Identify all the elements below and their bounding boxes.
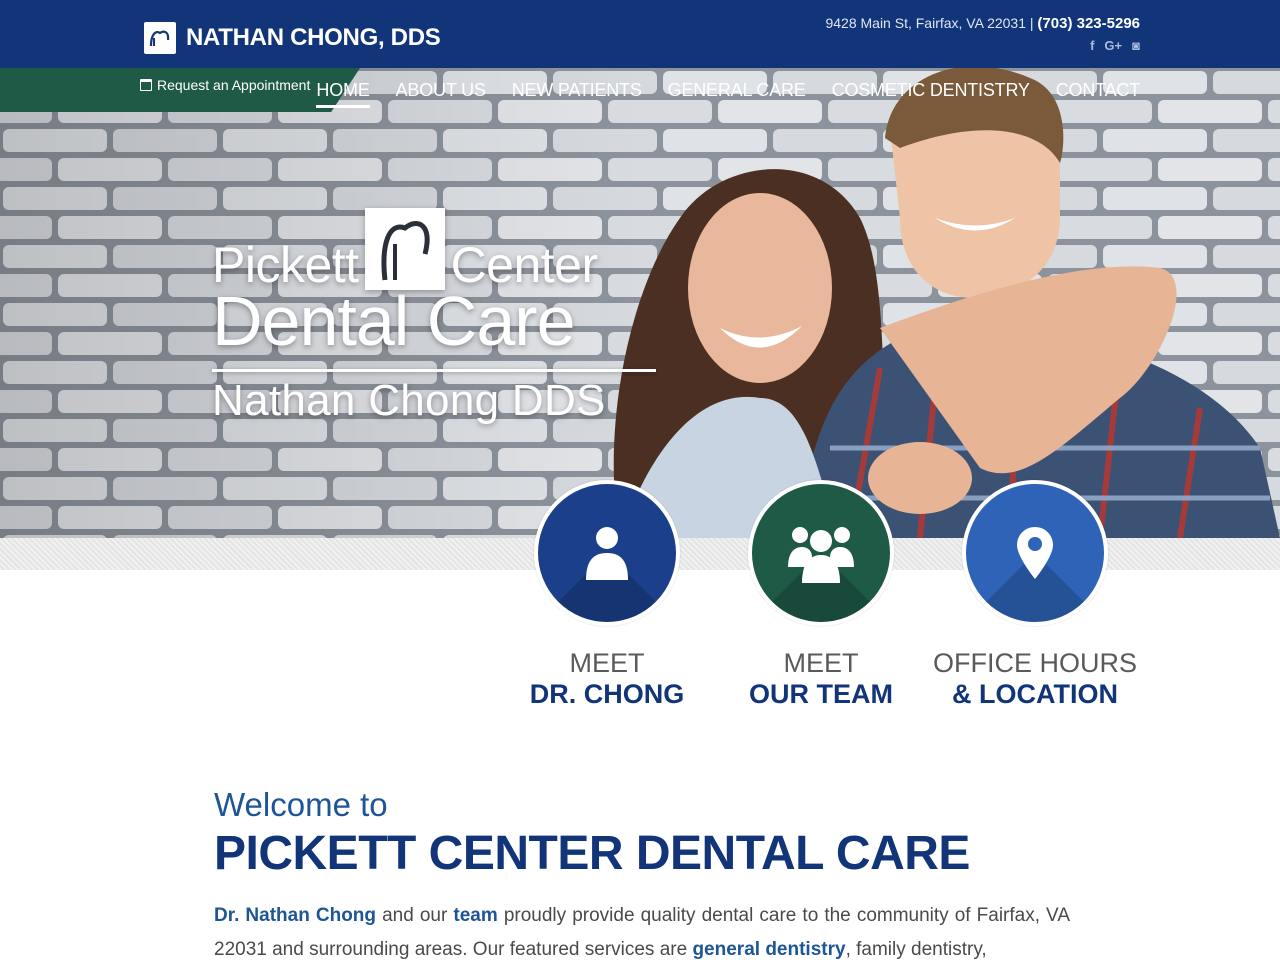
welcome-subtitle: Welcome to bbox=[214, 786, 388, 823]
logo-divider bbox=[212, 368, 656, 372]
tooth-logo-icon bbox=[144, 22, 176, 54]
logo-dental-care: Dental Care bbox=[212, 282, 576, 360]
doctor-link[interactable]: Dr. Nathan Chong bbox=[214, 905, 376, 926]
social-links: f G+ ◙ bbox=[1090, 38, 1140, 53]
meet-team-top: MEET bbox=[783, 648, 859, 678]
brand[interactable]: NATHAN CHONG, DDS bbox=[144, 22, 441, 54]
main-nav: HOME ABOUT US NEW PATIENTS GENERAL CARE … bbox=[316, 80, 1140, 108]
team-icon bbox=[788, 527, 854, 583]
meet-doctor-top: MEET bbox=[569, 648, 645, 678]
nav-contact[interactable]: CONTACT bbox=[1056, 80, 1140, 108]
google-plus-icon[interactable]: G+ bbox=[1104, 38, 1122, 53]
nav-new-patients[interactable]: NEW PATIENTS bbox=[512, 80, 642, 108]
instagram-icon[interactable]: ◙ bbox=[1132, 38, 1140, 53]
office-hours-label[interactable]: OFFICE HOURS & LOCATION bbox=[925, 648, 1145, 710]
facebook-icon[interactable]: f bbox=[1090, 38, 1094, 53]
practice-logo: Pickett Center Dental Care Nathan Chong … bbox=[212, 208, 656, 426]
para-text-3: , family dentistry, bbox=[845, 939, 987, 960]
smiling-couple-image bbox=[613, 68, 1280, 538]
office-location-circle[interactable] bbox=[962, 480, 1108, 626]
appointment-label: Request an Appointment bbox=[157, 77, 311, 93]
calendar-icon bbox=[140, 79, 152, 91]
address-text: 9428 Main St, Fairfax, VA 22031 | bbox=[825, 15, 1034, 31]
meet-doctor-bottom: DR. CHONG bbox=[529, 679, 685, 710]
nav-about-us[interactable]: ABOUT US bbox=[396, 80, 486, 108]
meet-doctor-circle[interactable] bbox=[534, 480, 680, 626]
phone-link[interactable]: (703) 323-5296 bbox=[1037, 15, 1140, 32]
user-icon bbox=[586, 527, 628, 580]
welcome-title: PICKETT CENTER DENTAL CARE bbox=[214, 827, 970, 880]
welcome-paragraph: Dr. Nathan Chong and our team proudly pr… bbox=[214, 899, 1070, 967]
meet-team-label[interactable]: MEET OUR TEAM bbox=[711, 648, 931, 710]
map-pin-icon bbox=[1017, 527, 1053, 579]
brand-name: NATHAN CHONG, DDS bbox=[186, 24, 441, 51]
nav-cosmetic-dentistry[interactable]: COSMETIC DENTISTRY bbox=[832, 80, 1030, 108]
meet-team-bottom: OUR TEAM bbox=[749, 679, 893, 710]
office-hours-top: OFFICE HOURS bbox=[932, 648, 1137, 678]
welcome-section: Welcome to PICKETT CENTER DENTAL CARE Dr… bbox=[214, 786, 1070, 967]
team-link[interactable]: team bbox=[453, 905, 497, 926]
nav-general-care[interactable]: GENERAL CARE bbox=[668, 80, 806, 108]
meet-doctor-label[interactable]: MEET DR. CHONG bbox=[497, 648, 717, 710]
contact-info: 9428 Main St, Fairfax, VA 22031 | (703) … bbox=[825, 15, 1140, 32]
nav-home[interactable]: HOME bbox=[316, 80, 370, 108]
tooth-logo-icon bbox=[364, 208, 445, 290]
logo-doctor-name: Nathan Chong DDS bbox=[212, 375, 606, 425]
general-dentistry-link[interactable]: general dentistry bbox=[692, 939, 845, 960]
para-text-1: and our bbox=[376, 905, 454, 926]
request-appointment-link[interactable]: Request an Appointment bbox=[140, 77, 310, 93]
office-hours-bottom: & LOCATION bbox=[952, 679, 1118, 710]
meet-team-circle[interactable] bbox=[748, 480, 894, 626]
top-bar: NATHAN CHONG, DDS 9428 Main St, Fairfax,… bbox=[0, 0, 1280, 68]
